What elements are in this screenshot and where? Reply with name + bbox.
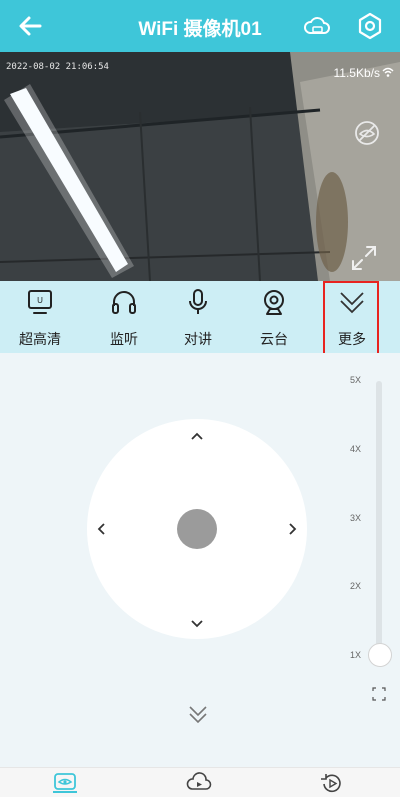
bitrate-readout: 11.5Kb/s	[333, 66, 380, 80]
ptz-control-panel: 5X 4X 3X 2X 1X	[0, 353, 400, 767]
nav-replay[interactable]	[317, 772, 347, 797]
cloud-playback-icon	[186, 772, 212, 790]
webcam-icon	[264, 290, 284, 315]
camera-video-feed[interactable]: 2022-08-02 21:06:54 11.5Kb/s	[0, 52, 400, 281]
pan-left-icon[interactable]	[93, 520, 111, 538]
live-eye-icon	[54, 773, 76, 790]
hd-quality-label: 超高清	[19, 331, 61, 347]
ptz-label: 云台	[260, 331, 288, 347]
expand-icon[interactable]	[349, 243, 379, 273]
nav-cloud-playback[interactable]	[184, 772, 214, 797]
zoom-slider-track[interactable]	[376, 381, 382, 661]
nav-live[interactable]	[50, 772, 80, 797]
zoom-label-4x: 4X	[350, 444, 362, 454]
zoom-slider-handle[interactable]	[368, 643, 392, 667]
joystick-knob[interactable]	[177, 509, 217, 549]
zoom-label-3x: 3X	[350, 513, 362, 523]
settings-hex-icon[interactable]	[356, 12, 384, 40]
pan-down-icon[interactable]	[188, 615, 206, 633]
talk-label: 对讲	[184, 331, 212, 347]
pan-right-icon[interactable]	[283, 520, 301, 538]
zoom-label-5x: 5X	[350, 375, 362, 385]
fit-screen-icon[interactable]	[372, 687, 386, 701]
pan-up-icon[interactable]	[188, 427, 206, 445]
hd-quality-button[interactable]: U 超高清	[4, 281, 76, 353]
more-highlight-box	[323, 281, 379, 356]
headphones-icon	[112, 291, 136, 314]
replay-icon	[321, 774, 341, 793]
listen-label: 监听	[110, 331, 138, 347]
wifi-icon	[382, 67, 394, 77]
zoom-label-1x: 1X	[350, 650, 362, 660]
eye-off-icon[interactable]	[352, 118, 382, 148]
ptz-joystick[interactable]	[87, 419, 307, 639]
top-bar: WiFi 摄像机01	[0, 0, 400, 52]
cloud-icon[interactable]	[302, 12, 332, 40]
hd-screen-icon: U	[28, 290, 52, 314]
listen-button[interactable]: 监听	[88, 281, 160, 353]
microphone-icon	[189, 289, 207, 314]
talk-button[interactable]: 对讲	[162, 281, 234, 353]
collapse-panel-icon[interactable]	[186, 703, 210, 727]
video-timestamp: 2022-08-02 21:06:54	[6, 62, 109, 72]
zoom-label-2x: 2X	[350, 581, 362, 591]
video-frame-image	[0, 52, 400, 281]
svg-text:U: U	[37, 296, 43, 305]
page-title: WiFi 摄像机01	[138, 19, 262, 40]
bottom-nav	[0, 767, 400, 797]
ptz-button[interactable]: 云台	[238, 281, 310, 353]
